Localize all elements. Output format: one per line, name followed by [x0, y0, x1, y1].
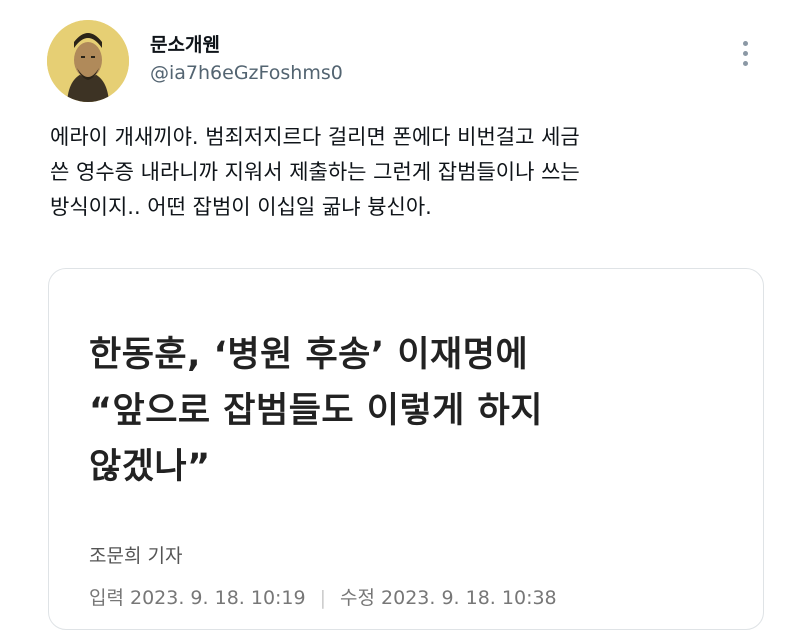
tweet-text-line: 쓴 영수증 내라니까 지워서 제출하는 그런게 잡범들이나 쓰는 — [50, 160, 580, 184]
headline-line: “앞으로 잡범들도 이렇게 하지 — [89, 391, 543, 431]
user-handle[interactable]: @ia7h6eGzFoshms0 — [150, 62, 343, 84]
display-name[interactable]: 문소개웬 — [150, 30, 220, 57]
more-dot-icon — [742, 40, 748, 46]
more-options-button[interactable] — [730, 38, 760, 68]
article-link-card[interactable]: 한동훈, ‘병원 후송’ 이재명에 “앞으로 잡범들도 이렇게 하지 않겠나” … — [48, 268, 764, 630]
article-dates: 입력 2023. 9. 18. 10:19 | 수정 2023. 9. 18. 10… — [89, 583, 557, 610]
tweet-text-line: 방식이지.. 어떤 잡범이 이십일 굶냐 븅신아. — [50, 195, 432, 219]
more-dot-icon — [742, 60, 748, 66]
tweet-text-line: 에라이 개새끼야. 범죄저지르다 걸리면 폰에다 비번걸고 세금 — [50, 125, 580, 149]
date-separator: | — [319, 587, 327, 609]
portrait-avatar-icon — [47, 20, 129, 102]
tweet-text: 에라이 개새끼야. 범죄저지르다 걸리면 폰에다 비번걸고 세금 쓴 영수증 내… — [50, 120, 770, 225]
modified-date: 수정 2023. 9. 18. 10:38 — [340, 587, 557, 609]
tweet-header: 문소개웬 @ia7h6eGzFoshms0 — [0, 0, 800, 110]
article-headline: 한동훈, ‘병원 후송’ 이재명에 “앞으로 잡범들도 이렇게 하지 않겠나” — [89, 327, 739, 495]
more-dot-icon — [742, 50, 748, 56]
avatar[interactable] — [47, 20, 129, 102]
headline-line: 한동훈, ‘병원 후송’ 이재명에 — [89, 335, 529, 375]
headline-line: 않겠나” — [89, 447, 211, 487]
published-date: 입력 2023. 9. 18. 10:19 — [89, 587, 306, 609]
reporter-byline: 조문희 기자 — [89, 545, 183, 567]
